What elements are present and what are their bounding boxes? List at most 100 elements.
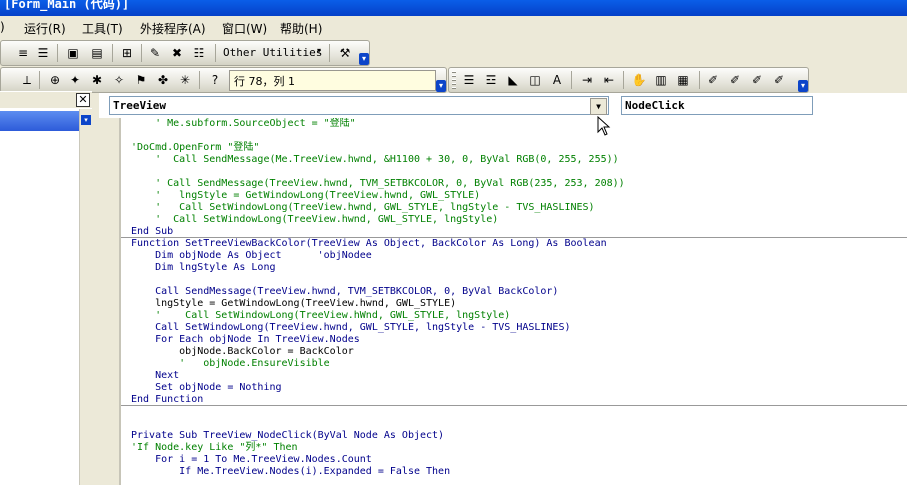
menu-addins[interactable]: 外接程序(A) <box>140 20 206 37</box>
parameter-info-icon[interactable]: ◫ <box>527 72 543 88</box>
code-line[interactable]: 'DoCmd.OpenForm "登陆" <box>131 142 907 154</box>
list-icon[interactable]: ☷ <box>191 45 207 61</box>
code-line[interactable]: Set objNode = Nothing <box>131 382 907 394</box>
code-line[interactable] <box>131 130 907 142</box>
code-line[interactable]: For i = 1 To Me.TreeView.Nodes.Count <box>131 454 907 466</box>
delete-icon[interactable]: ✖ <box>169 45 185 61</box>
next-bookmark-icon[interactable]: ✐ <box>727 72 743 88</box>
code-line[interactable]: ' Call SendMessage(Me.TreeView.hwnd, &H1… <box>131 154 907 166</box>
project-pane: ✕ ▾ <box>0 91 92 485</box>
code-line[interactable]: ' Call SetWindowLong(TreeView.hWnd, GWL_… <box>131 310 907 322</box>
indent-icon[interactable]: ⇥ <box>579 72 595 88</box>
dropdown-arrow-icon: ▾ <box>317 46 322 55</box>
toolbar-separator <box>199 71 200 89</box>
chevron-down-icon[interactable]: ▼ <box>590 98 607 115</box>
code-line[interactable]: ' Call SetWindowLong(TreeView.hwnd, GWL_… <box>131 214 907 226</box>
menu-help[interactable]: 帮助(H) <box>280 20 322 37</box>
window-title: [Form_Main (代码)] <box>4 0 130 11</box>
code-line[interactable]: If Me.TreeView.Nodes(i).Expanded = False… <box>131 466 907 478</box>
code-line[interactable]: ' Call SetWindowLong(TreeView.hwnd, GWL_… <box>131 202 907 214</box>
menu-window[interactable]: 窗口(W) <box>222 20 267 37</box>
code-editor[interactable]: ' Me.subform.SourceObject = "登陆" 'DoCmd.O… <box>131 118 907 485</box>
code-line[interactable]: ' Me.subform.SourceObject = "登陆" <box>131 118 907 130</box>
pencil-icon[interactable]: ✎ <box>147 45 163 61</box>
code-line[interactable] <box>131 274 907 286</box>
outdent-icon[interactable]: ☰ <box>35 45 51 61</box>
code-line[interactable]: Next <box>131 370 907 382</box>
code-line[interactable]: ' lngStyle = GetWindowLong(TreeView.hwnd… <box>131 190 907 202</box>
toggle-bookmark-icon[interactable]: ✐ <box>705 72 721 88</box>
help-icon[interactable]: ? <box>207 72 223 88</box>
procedure-combo-value: NodeClick <box>625 99 685 112</box>
procedure-combo[interactable]: NodeClick <box>621 96 813 115</box>
magic-icon[interactable]: ✱ <box>89 72 105 88</box>
toolbar-options-chevron[interactable]: ▾ <box>798 80 808 92</box>
code-line[interactable]: ' objNode.EnsureVisible <box>131 358 907 370</box>
scroll-arrow-icon[interactable]: ▾ <box>81 115 91 125</box>
complete-word-icon[interactable]: A <box>549 72 565 88</box>
clear-bookmarks-icon[interactable]: ✐ <box>771 72 787 88</box>
edit-toolbar: ⟂ ⊕ ✦ ✱ ✧ ⚑ ✤ ✳ ? 行 78，列 1 ▾ <box>0 67 447 93</box>
toolbar-separator <box>112 44 113 62</box>
insert-row-icon[interactable]: ⊕ <box>47 72 63 88</box>
gift-icon[interactable]: ✤ <box>155 72 171 88</box>
object-combo-value: TreeView <box>113 99 166 112</box>
indent-icon[interactable]: ≡ <box>15 45 31 61</box>
code-line[interactable] <box>131 166 907 178</box>
code-line[interactable]: Private Sub TreeView_NodeClick(ByVal Nod… <box>131 430 907 442</box>
object-combo[interactable]: TreeView ▼ <box>109 96 609 115</box>
code-line[interactable] <box>131 418 907 430</box>
close-icon[interactable]: ✕ <box>76 93 90 107</box>
toolbar-separator <box>141 44 142 62</box>
list-members-icon[interactable]: ☰ <box>461 72 477 88</box>
menu-bar: ) 运行(R) 工具(T) 外接程序(A) 窗口(W) 帮助(H) <box>0 16 907 38</box>
code-line[interactable]: 'If Node.key Like "列*" Then <box>131 442 907 454</box>
code-line[interactable]: For Each objNode In TreeView.Nodes <box>131 334 907 346</box>
code-line[interactable]: Call SendMessage(TreeView.hwnd, TVM_SETB… <box>131 286 907 298</box>
selected-tree-item[interactable] <box>0 111 80 131</box>
ruler-icon[interactable]: ⟂ <box>19 72 35 88</box>
sparkle-icon[interactable]: ✳ <box>177 72 193 88</box>
formatting-toolbar: ☰ ☲ ◣ ◫ A ⇥ ⇤ ✋ ▥ ▦ ✐ ✐ ✐ ✐ ▾ <box>448 67 809 93</box>
toolbar-grip[interactable] <box>452 71 456 89</box>
mouse-pointer-icon <box>597 116 611 136</box>
hand-icon[interactable]: ✋ <box>631 72 647 88</box>
code-line[interactable]: Call SetWindowLong(TreeView.hwnd, GWL_ST… <box>131 322 907 334</box>
code-line[interactable]: Function SetTreeViewBackColor(TreeView A… <box>131 238 907 250</box>
toolbar-separator <box>215 44 216 62</box>
procedure-separator <box>121 405 907 406</box>
toolbar-options-chevron[interactable]: ▾ <box>359 53 369 65</box>
previous-bookmark-icon[interactable]: ✐ <box>749 72 765 88</box>
code-line[interactable]: objNode.BackColor = BackColor <box>131 346 907 358</box>
menu-tools[interactable]: 工具(T) <box>82 20 123 37</box>
uncomment-block-icon[interactable]: ▦ <box>675 72 691 88</box>
object-browser-icon[interactable]: ⊞ <box>119 45 135 61</box>
comment-block-icon[interactable]: ▥ <box>653 72 669 88</box>
other-utilities-menu[interactable]: Other Utilities <box>223 46 322 59</box>
toolbar-separator <box>623 71 624 89</box>
code-line[interactable]: Dim lngStyle As Long <box>131 262 907 274</box>
code-line[interactable]: ' Call SendMessage(TreeView.hwnd, TVM_SE… <box>131 178 907 190</box>
toolbar-separator <box>329 44 330 62</box>
line-column-indicator: 行 78，列 1 <box>234 75 295 88</box>
menu-edge-glyph: ) <box>0 20 5 34</box>
toolbar-separator <box>571 71 572 89</box>
wand-icon[interactable]: ✦ <box>67 72 83 88</box>
code-line[interactable]: lngStyle = GetWindowLong(TreeView.hwnd, … <box>131 298 907 310</box>
menu-run[interactable]: 运行(R) <box>24 20 66 37</box>
margin-indicator-bar[interactable] <box>99 118 121 485</box>
list-constants-icon[interactable]: ☲ <box>483 72 499 88</box>
code-line[interactable]: Dim objNode As Object 'objNodee <box>131 250 907 262</box>
vertical-scrollbar[interactable]: ▾ <box>79 109 92 485</box>
properties-icon[interactable]: ⚑ <box>133 72 149 88</box>
hammer-icon[interactable]: ⚒ <box>337 45 353 61</box>
outdent-icon[interactable]: ⇤ <box>601 72 617 88</box>
toolbar-separator <box>39 71 40 89</box>
class-module-icon[interactable]: ▤ <box>89 45 105 61</box>
tools-icon[interactable]: ✧ <box>111 72 127 88</box>
toolbar-options-chevron[interactable]: ▾ <box>436 80 446 92</box>
window-title-bar: [Form_Main (代码)] <box>0 0 907 16</box>
quick-info-icon[interactable]: ◣ <box>505 72 521 88</box>
code-line[interactable] <box>131 406 907 418</box>
insert-module-icon[interactable]: ▣ <box>65 45 81 61</box>
